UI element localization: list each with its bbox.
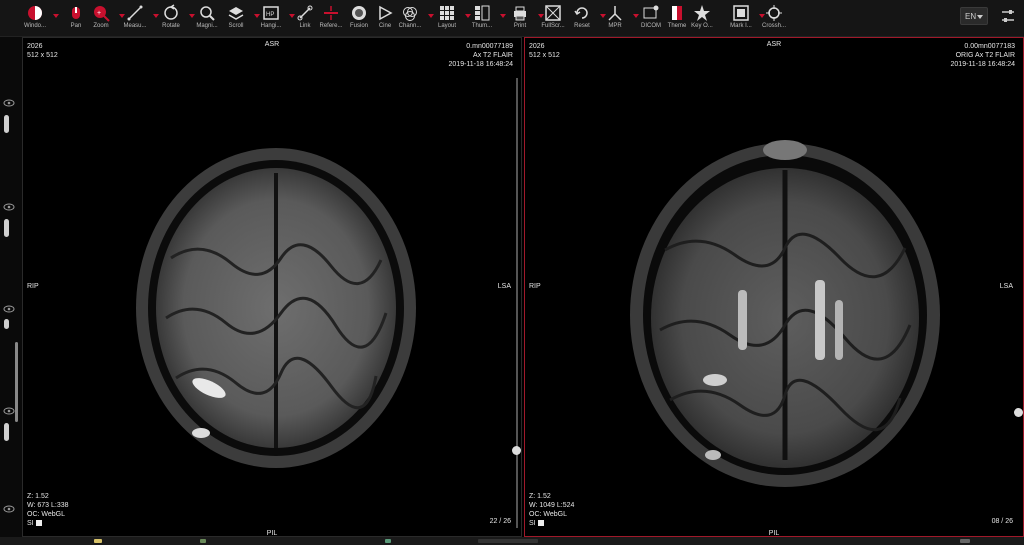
mark-tool-button[interactable]: Mark I...	[724, 2, 765, 34]
scroll-icon	[219, 2, 253, 22]
window-level-tool-button[interactable]: Windo...	[18, 2, 59, 34]
tool-label: Mark I...	[730, 23, 752, 29]
taskbar-item[interactable]	[200, 539, 206, 543]
hanging-tool-button[interactable]: HP Hangi...	[254, 2, 295, 34]
zoom-icon: +	[84, 2, 118, 22]
eye-icon[interactable]	[3, 505, 15, 513]
si-checkbox[interactable]	[35, 520, 42, 527]
slice-counter: 08 / 26	[991, 518, 1013, 525]
crosshair-icon	[757, 2, 791, 22]
mri-image-axial-flair[interactable]	[131, 148, 421, 478]
taskbar-item[interactable]	[478, 539, 538, 543]
eye-icon[interactable]	[3, 99, 15, 107]
settings-sliders-icon[interactable]	[1000, 8, 1016, 24]
svg-text:HP: HP	[266, 12, 274, 18]
measure-icon	[118, 2, 152, 22]
taskbar-item[interactable]	[960, 539, 970, 543]
tool-label: Hangi...	[260, 23, 282, 29]
slice-scrollbar-thumb[interactable]	[1014, 408, 1023, 417]
thumbnails-tool-button[interactable]: Thum...	[465, 2, 506, 34]
zoom-tool-button[interactable]: + Zoom	[84, 2, 125, 34]
mpr-tool-button[interactable]: MPR	[598, 2, 639, 34]
star-icon	[685, 2, 719, 22]
mpr-icon	[598, 2, 632, 22]
tool-label: Layout	[437, 23, 456, 29]
tool-label: Key O...	[691, 23, 713, 29]
si-label: SI	[529, 520, 536, 527]
channel-icon	[393, 2, 427, 22]
tool-label: Rotate	[162, 23, 180, 29]
eye-icon[interactable]	[3, 407, 15, 415]
rail-slider-handle[interactable]	[4, 219, 9, 237]
toolbar: Windo... Pan + Zoom Measu... Rotate Magni... Sc…	[0, 0, 1024, 37]
thumbnails-icon	[465, 2, 499, 22]
orientation-left: RIP	[27, 283, 39, 290]
rail-slider-handle[interactable]	[4, 423, 9, 441]
viewport-right[interactable]: 2026 512 x 512 0.00mn0077183 ORIG Ax T2 …	[524, 37, 1024, 537]
tool-label: Thum...	[471, 23, 493, 29]
slice-scrollbar-thumb[interactable]	[512, 446, 521, 455]
rotate-tool-button[interactable]: Rotate	[154, 2, 195, 34]
crosshair-tool-button[interactable]: Crossh...	[757, 2, 791, 34]
measure-tool-button[interactable]: Measu...	[118, 2, 159, 34]
layout-tool-button[interactable]: Layout	[430, 2, 471, 34]
tool-label: MPR	[608, 23, 622, 29]
viewport-info-bottom-left: Z: 1.52 W: 673 L:338 OC: WebGL SI	[27, 493, 69, 527]
orientation-left: RIP	[529, 283, 541, 290]
hanging-icon: HP	[254, 2, 288, 22]
rotate-icon	[154, 2, 188, 22]
orientation-top: ASR	[264, 41, 280, 48]
reset-icon	[565, 2, 599, 22]
orientation-top: ASR	[766, 41, 782, 48]
orientation-right: LSA	[497, 283, 511, 290]
taskbar-item[interactable]	[385, 539, 391, 543]
print-tool-button[interactable]: Print	[503, 2, 544, 34]
eye-icon[interactable]	[3, 305, 15, 313]
window-level-icon	[18, 2, 52, 22]
tool-label: Reset	[574, 23, 590, 29]
mark-icon	[724, 2, 758, 22]
si-label: SI	[27, 520, 34, 527]
eye-icon[interactable]	[3, 203, 15, 211]
layout-icon	[430, 2, 464, 22]
tool-label: Zoom	[93, 23, 109, 29]
tool-label: Windo...	[23, 23, 46, 29]
chevron-down-icon	[977, 15, 983, 19]
orientation-right: LSA	[999, 283, 1013, 290]
language-value: EN	[965, 12, 977, 21]
si-checkbox[interactable]	[537, 520, 544, 527]
tool-label: Chann...	[398, 23, 422, 29]
print-icon	[503, 2, 537, 22]
slice-counter: 22 / 26	[489, 518, 511, 525]
reset-tool-button[interactable]: Reset	[565, 2, 606, 34]
taskbar-item[interactable]	[94, 539, 102, 543]
tool-label: Print	[513, 23, 527, 29]
viewport-info-bottom-left: Z: 1.52 W: 1049 L:524 OC: WebGL SI	[529, 493, 575, 527]
viewport-left[interactable]: 2026 512 x 512 0.mn00077189 Ax T2 FLAIR …	[22, 37, 522, 537]
rail-slider-handle[interactable]	[4, 319, 9, 329]
tool-label: Crossh...	[761, 23, 786, 29]
tool-label: Measu...	[123, 23, 147, 29]
mri-image-axial-flair[interactable]	[625, 130, 945, 490]
rail-slider-handle[interactable]	[4, 115, 9, 133]
key-object-tool-button[interactable]: Key O...	[685, 2, 719, 34]
channel-tool-button[interactable]: Chann...	[393, 2, 434, 34]
svg-text:+: +	[97, 10, 101, 17]
bottom-strip	[0, 537, 1024, 545]
left-rail	[0, 37, 22, 537]
tool-label: Scroll	[228, 23, 244, 29]
slice-scrollbar[interactable]	[516, 78, 518, 528]
rail-scrollbar[interactable]	[15, 342, 18, 422]
scroll-tool-button[interactable]: Scroll	[219, 2, 260, 34]
language-select[interactable]: EN	[960, 7, 988, 25]
